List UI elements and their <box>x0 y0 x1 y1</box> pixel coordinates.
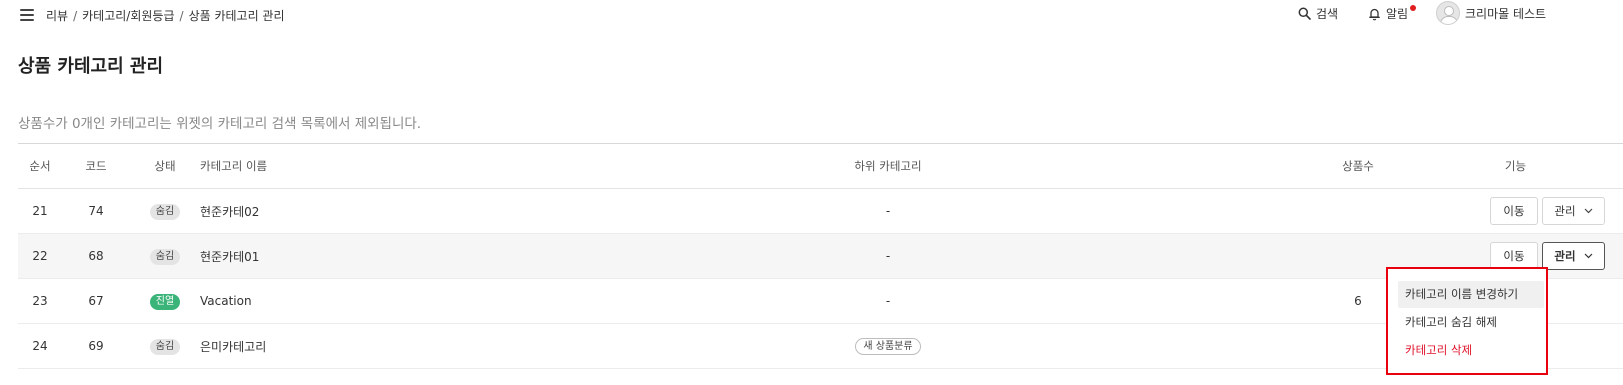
row-subcategory: - <box>468 233 1308 279</box>
search-button[interactable]: 검색 <box>1298 5 1338 22</box>
row-subcategory: - <box>468 188 1308 234</box>
move-button[interactable]: 이동 <box>1490 197 1538 225</box>
search-label: 검색 <box>1316 7 1339 21</box>
alarm-badge-dot <box>1410 5 1416 11</box>
row-code: 68 <box>62 233 130 279</box>
bell-icon <box>1369 8 1380 20</box>
table-header: 순서 코드 상태 카테고리 이름 하위 카테고리 상품수 기능 <box>18 143 1623 189</box>
col-status-header: 상태 <box>130 143 200 189</box>
col-subcategory-header: 하위 카테고리 <box>468 143 1308 189</box>
col-name-header: 카테고리 이름 <box>200 143 468 189</box>
row-subcategory: - <box>468 278 1308 324</box>
avatar <box>1436 1 1460 25</box>
page-title: 상품 카테고리 관리 <box>18 56 164 77</box>
menu-item-unhide-category[interactable]: 카테고리 숨김 해제 <box>1398 309 1544 336</box>
col-order-header: 순서 <box>18 143 62 189</box>
breadcrumb-separator: / <box>73 9 78 23</box>
table-row: 24 69 숨김 은미카테고리 새 상품분류 <box>18 323 1623 369</box>
breadcrumb: 리뷰 / 카테고리/회원등급 / 상품 카테고리 관리 <box>46 7 285 24</box>
breadcrumb-item[interactable]: 리뷰 <box>46 9 68 23</box>
menu-item-rename-category[interactable]: 카테고리 이름 변경하기 <box>1398 281 1544 308</box>
row-order: 22 <box>18 233 62 279</box>
row-code: 74 <box>62 188 130 234</box>
breadcrumb-separator: / <box>179 9 184 23</box>
row-order: 21 <box>18 188 62 234</box>
manage-label: 관리 <box>1554 249 1576 263</box>
search-icon <box>1298 7 1311 20</box>
row-name: 현준카테02 <box>200 188 468 234</box>
chevron-down-icon <box>1584 208 1593 214</box>
alarm-button[interactable]: 알림 <box>1368 5 1416 22</box>
row-name: 현준카테01 <box>200 233 468 279</box>
breadcrumb-current: 상품 카테고리 관리 <box>188 9 285 23</box>
alarm-label: 알림 <box>1386 7 1409 21</box>
user-menu[interactable]: 크리마몰 테스트 <box>1436 1 1546 25</box>
menu-icon[interactable] <box>20 9 34 21</box>
manage-button[interactable]: 관리 <box>1542 197 1605 225</box>
user-name: 크리마몰 테스트 <box>1465 6 1547 21</box>
breadcrumb-item[interactable]: 카테고리/회원등급 <box>82 9 174 23</box>
status-badge: 숨김 <box>149 338 181 355</box>
status-badge: 숨김 <box>149 248 181 265</box>
row-code: 69 <box>62 323 130 369</box>
row-name: Vacation <box>200 278 468 324</box>
move-button[interactable]: 이동 <box>1490 242 1538 270</box>
row-name: 은미카테고리 <box>200 323 468 369</box>
subcategory-chip[interactable]: 새 상품분류 <box>855 337 921 355</box>
row-code: 67 <box>62 278 130 324</box>
col-count-header: 상품수 <box>1308 143 1408 189</box>
manage-label: 관리 <box>1554 204 1576 218</box>
manage-button[interactable]: 관리 <box>1542 242 1605 270</box>
row-count <box>1308 188 1408 234</box>
col-code-header: 코드 <box>62 143 130 189</box>
row-order: 23 <box>18 278 62 324</box>
status-badge: 진열 <box>149 293 181 310</box>
row-order: 24 <box>18 323 62 369</box>
menu-item-delete-category[interactable]: 카테고리 삭제 <box>1398 337 1544 364</box>
top-bar: 리뷰 / 카테고리/회원등급 / 상품 카테고리 관리 검색 알림 크리마몰 테스트 <box>0 0 1623 30</box>
chevron-down-icon <box>1584 253 1593 259</box>
table-row: 23 67 진열 Vacation - 6 <box>18 278 1623 324</box>
table-row: 22 68 숨김 현준카테01 - 이동 관리 <box>18 233 1623 279</box>
col-actions-header: 기능 <box>1408 143 1623 189</box>
category-table: 순서 코드 상태 카테고리 이름 하위 카테고리 상품수 기능 21 74 숨김… <box>18 143 1623 369</box>
table-row: 21 74 숨김 현준카테02 - 이동 관리 <box>18 188 1623 234</box>
notice-text: 상품수가 0개인 카테고리는 위젯의 카테고리 검색 목록에서 제외됩니다. <box>18 116 422 132</box>
manage-dropdown-menu: 카테고리 이름 변경하기 카테고리 숨김 해제 카테고리 삭제 <box>1386 267 1548 375</box>
status-badge: 숨김 <box>149 203 181 220</box>
